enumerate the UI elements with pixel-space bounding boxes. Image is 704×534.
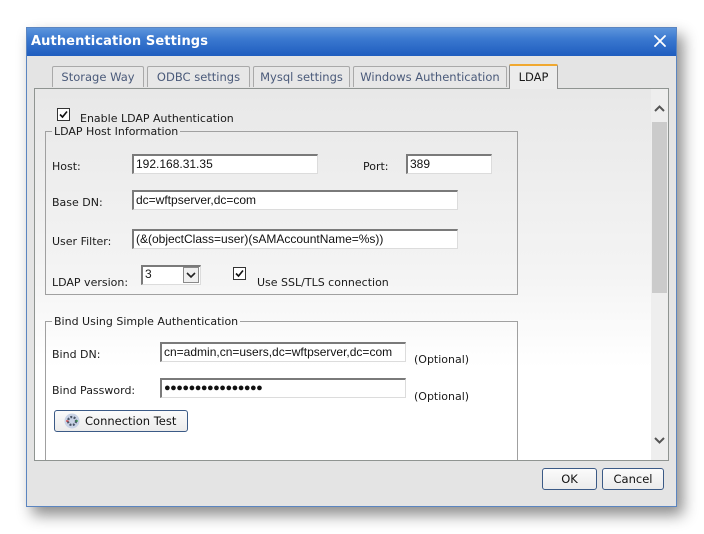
bind-password-label: Bind Password:: [52, 384, 136, 397]
connection-test-button[interactable]: Connection Test: [54, 410, 188, 432]
bind-password-hint: (Optional): [414, 390, 470, 403]
gear-icon: [64, 413, 80, 429]
user-filter-input[interactable]: (&(objectClass=user)(sAMAccountName=%s)): [132, 229, 458, 249]
bind-dn-hint: (Optional): [414, 353, 470, 366]
chevron-down-icon[interactable]: [651, 432, 668, 448]
ldap-version-label: LDAP version:: [52, 276, 129, 289]
enable-ldap-label: Enable LDAP Authentication: [80, 112, 234, 125]
title-bar[interactable]: Authentication Settings: [27, 28, 676, 56]
base-dn-input[interactable]: dc=wftpserver,dc=com: [132, 190, 458, 210]
bind-dn-label: Bind DN:: [52, 348, 101, 361]
ldap-host-legend: LDAP Host Information: [54, 125, 179, 138]
tab-odbc-settings[interactable]: ODBC settings: [147, 66, 250, 87]
vertical-scrollbar[interactable]: [651, 89, 668, 460]
scrollbar-thumb[interactable]: [652, 122, 667, 293]
tab-mysql-settings[interactable]: Mysql settings: [253, 66, 350, 87]
close-icon[interactable]: [651, 32, 669, 50]
use-ssl-label: Use SSL/TLS connection: [257, 276, 389, 289]
host-label: Host:: [52, 160, 81, 173]
chevron-up-icon[interactable]: [651, 101, 668, 117]
ldap-version-value: 3: [145, 267, 152, 281]
cancel-button[interactable]: Cancel: [602, 468, 664, 490]
ok-button[interactable]: OK: [542, 468, 597, 490]
use-ssl-checkbox[interactable]: [233, 267, 246, 280]
chevron-down-icon[interactable]: [183, 267, 199, 283]
bind-password-input[interactable]: ●●●●●●●●●●●●●●●●: [160, 378, 406, 398]
tab-ldap[interactable]: LDAP: [509, 64, 558, 89]
ldap-host-group: LDAP Host Information: [45, 125, 518, 295]
connection-test-label: Connection Test: [85, 414, 177, 428]
host-input[interactable]: 192.168.31.35: [132, 154, 318, 174]
bind-dn-input[interactable]: cn=admin,cn=users,dc=wftpserver,dc=com: [160, 342, 406, 362]
tab-windows-authentication[interactable]: Windows Authentication: [353, 66, 507, 87]
ldap-version-select[interactable]: 3: [141, 265, 201, 285]
user-filter-label: User Filter:: [52, 235, 112, 248]
dialog-title: Authentication Settings: [31, 34, 209, 49]
port-label: Port:: [363, 160, 389, 173]
tab-storage-way[interactable]: Storage Way: [52, 66, 144, 87]
bind-legend: Bind Using Simple Authentication: [54, 315, 239, 328]
base-dn-label: Base DN:: [52, 196, 103, 209]
port-input[interactable]: 389: [406, 154, 492, 174]
authentication-settings-dialog: Authentication Settings Storage Way ODBC…: [26, 27, 677, 507]
enable-ldap-checkbox[interactable]: [57, 108, 70, 121]
ldap-panel: Enable LDAP Authentication LDAP Host Inf…: [34, 88, 669, 461]
